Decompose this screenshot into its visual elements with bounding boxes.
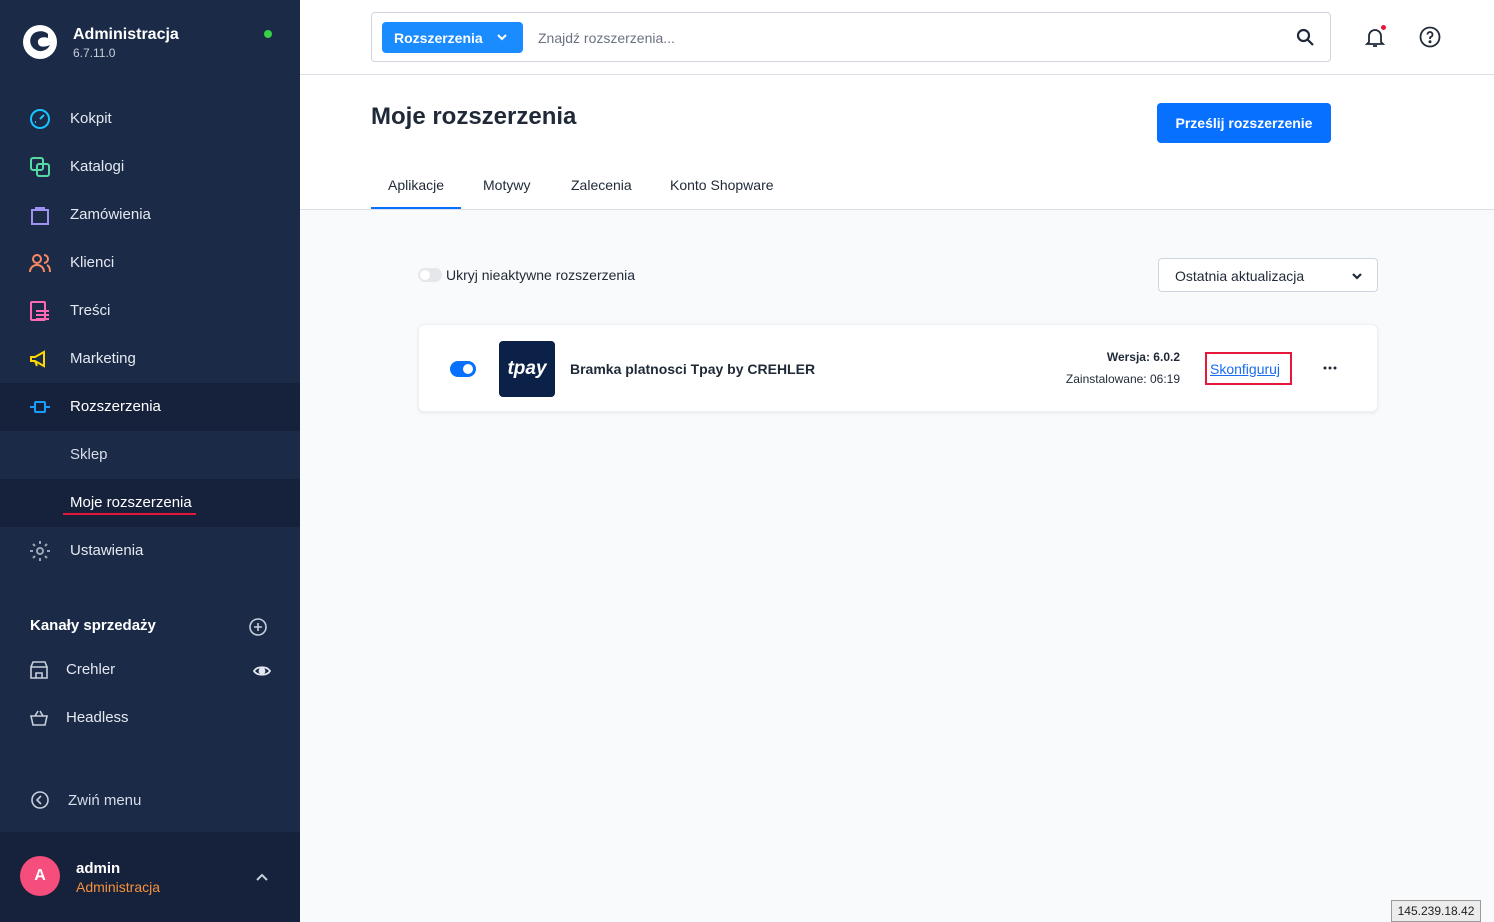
search-bar: Rozszerzenia bbox=[371, 12, 1331, 62]
megaphone-icon bbox=[30, 350, 45, 368]
sidebar-subitem-label: Sklep bbox=[70, 446, 108, 463]
chevron-down-icon bbox=[1352, 273, 1362, 280]
extension-version: Wersja: 6.0.2 bbox=[1106, 350, 1180, 364]
sidebar-item-label: Treści bbox=[70, 302, 111, 319]
sidebar-item-label: Marketing bbox=[70, 350, 136, 367]
collapse-menu-button[interactable]: Zwiń menu bbox=[0, 780, 300, 820]
search-type-dropdown[interactable]: Rozszerzenia bbox=[382, 22, 523, 53]
sidebar-item-label: Ustawienia bbox=[70, 542, 144, 559]
help-icon[interactable] bbox=[1419, 26, 1441, 48]
sidebar-item-label: Katalogi bbox=[70, 158, 125, 175]
extension-card: tpay Bramka platnosci Tpay by CREHLER We… bbox=[418, 324, 1378, 412]
sidebar-item-label: Klienci bbox=[70, 254, 115, 271]
sidebar-item-dashboard[interactable]: Kokpit bbox=[0, 95, 300, 143]
sales-channels-title: Kanały sprzedaży bbox=[30, 617, 156, 634]
hide-inactive-toggle[interactable] bbox=[418, 268, 442, 282]
sidebar-item-content[interactable]: Treści bbox=[0, 287, 300, 335]
gear-icon bbox=[30, 541, 50, 561]
users-icon bbox=[29, 254, 51, 273]
sidebar-subitem-label: Moje rozszerzenia bbox=[70, 494, 192, 511]
sidebar-item-label: Rozszerzenia bbox=[70, 398, 161, 415]
configure-link[interactable]: Skonfiguruj bbox=[1210, 361, 1280, 377]
extension-installed-time: Zainstalowane: 06:19 bbox=[1065, 372, 1180, 386]
app-version: 6.7.11.0 bbox=[73, 46, 116, 60]
user-name: admin bbox=[76, 860, 121, 877]
tab-apps[interactable]: Aplikacje bbox=[371, 177, 462, 209]
tab-shopware-account[interactable]: Konto Shopware bbox=[653, 177, 791, 209]
plug-icon bbox=[30, 401, 50, 413]
sidebar-item-settings[interactable]: Ustawienia bbox=[0, 527, 300, 575]
ip-address-badge: 145.239.18.42 bbox=[1391, 900, 1481, 922]
configure-highlight-box: Skonfiguruj bbox=[1205, 352, 1292, 385]
brand-header: Administracja 6.7.11.0 bbox=[0, 0, 300, 88]
chevron-left-circle-icon bbox=[31, 791, 49, 809]
sales-channel-headless[interactable]: Headless bbox=[0, 695, 300, 743]
hide-inactive-label: Ukryj nieaktywne rozszerzenia bbox=[446, 267, 636, 283]
sidebar-item-catalogs[interactable]: Katalogi bbox=[0, 143, 300, 191]
shopping-bag-icon bbox=[31, 207, 49, 225]
sort-select-label: Ostatnia aktualizacja bbox=[1175, 268, 1305, 284]
storefront-icon bbox=[30, 661, 48, 679]
user-role: Administracja bbox=[76, 879, 161, 895]
sales-channel-label: Crehler bbox=[66, 661, 116, 678]
gauge-icon bbox=[30, 109, 50, 129]
tab-themes[interactable]: Motywy bbox=[466, 177, 547, 209]
notification-dot bbox=[1381, 25, 1386, 30]
sidebar-item-orders[interactable]: Zamówienia bbox=[0, 191, 300, 239]
sidebar: Administracja 6.7.11.0 Kokpit Katalogi Z… bbox=[0, 0, 300, 922]
app-title: Administracja bbox=[73, 26, 179, 43]
add-circle-icon[interactable] bbox=[248, 617, 268, 637]
sort-select[interactable]: Ostatnia aktualizacja bbox=[1158, 258, 1378, 292]
upload-extension-button[interactable]: Prześlij rozszerzenie bbox=[1157, 103, 1331, 143]
content-icon bbox=[30, 301, 49, 321]
search-type-label: Rozszerzenia bbox=[394, 30, 483, 46]
sidebar-item-extensions[interactable]: Rozszerzenia bbox=[0, 383, 300, 431]
extension-logo: tpay bbox=[499, 341, 555, 397]
tab-recommendations[interactable]: Zalecenia bbox=[554, 177, 649, 209]
sales-channel-label: Headless bbox=[66, 709, 129, 726]
collapse-menu-label: Zwiń menu bbox=[68, 792, 142, 809]
sidebar-item-label: Kokpit bbox=[70, 110, 112, 127]
page-title: Moje rozszerzenia bbox=[371, 103, 577, 130]
more-options-icon[interactable] bbox=[1321, 359, 1339, 377]
search-input[interactable] bbox=[538, 27, 1238, 49]
sidebar-item-marketing[interactable]: Marketing bbox=[0, 335, 300, 383]
chevron-up-icon[interactable] bbox=[254, 870, 270, 886]
sidebar-item-customers[interactable]: Klienci bbox=[0, 239, 300, 287]
sidebar-subitem-my-extensions[interactable]: Moje rozszerzenia bbox=[0, 479, 300, 527]
catalog-icon bbox=[30, 157, 50, 177]
search-icon[interactable] bbox=[1296, 28, 1314, 46]
chevron-down-icon bbox=[497, 34, 507, 41]
status-indicator bbox=[264, 30, 272, 38]
sidebar-item-label: Zamówienia bbox=[70, 206, 151, 223]
highlight-underline bbox=[63, 513, 196, 515]
extension-name: Bramka platnosci Tpay by CREHLER bbox=[570, 361, 816, 377]
user-menu[interactable]: A admin Administracja bbox=[0, 832, 300, 922]
basket-icon bbox=[30, 710, 48, 726]
sales-channel-crehler[interactable]: Crehler bbox=[0, 647, 300, 695]
top-bar: Rozszerzenia bbox=[300, 0, 1494, 75]
eye-icon[interactable] bbox=[252, 661, 272, 681]
sidebar-subitem-store[interactable]: Sklep bbox=[0, 431, 300, 479]
page-header: Moje rozszerzenia Prześlij rozszerzenie … bbox=[300, 75, 1494, 210]
extension-active-toggle[interactable] bbox=[450, 361, 476, 377]
shopware-logo-icon[interactable] bbox=[22, 24, 58, 60]
avatar: A bbox=[20, 856, 60, 896]
